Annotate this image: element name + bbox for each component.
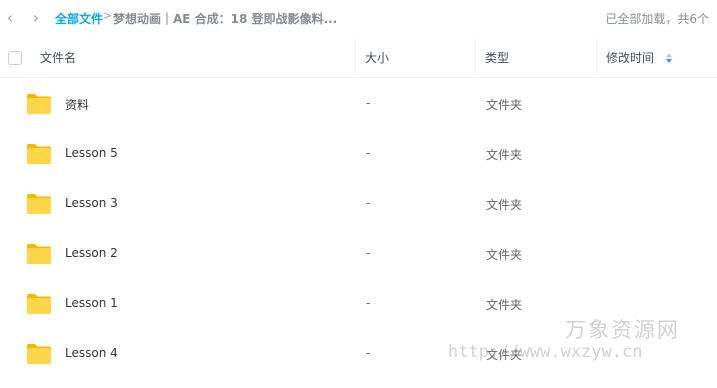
breadcrumb-root-link[interactable]: 全部文件 <box>55 10 103 27</box>
watermark-name: 万象资源网 <box>565 318 680 342</box>
file-list-header: 文件名 大小 类型 修改时间 <box>0 38 717 78</box>
file-size: - <box>366 96 371 110</box>
file-type: 文件夹 <box>486 248 523 262</box>
file-name[interactable]: Lesson 3 <box>65 196 118 210</box>
file-row[interactable]: Lesson 5 - 文件夹 <box>0 129 717 179</box>
folder-icon <box>27 294 51 314</box>
column-header-type[interactable]: 类型 <box>485 38 509 78</box>
column-divider[interactable] <box>475 38 476 78</box>
file-row[interactable]: Lesson 3 - 文件夹 <box>0 179 717 229</box>
column-header-modified[interactable]: 修改时间 <box>606 38 654 78</box>
file-type: 文件夹 <box>486 298 523 312</box>
file-size: - <box>366 346 371 360</box>
back-arrow-icon[interactable]: ‹ <box>1 9 19 27</box>
folder-icon <box>27 244 51 264</box>
column-divider[interactable] <box>596 38 597 78</box>
select-all-checkbox[interactable] <box>8 51 22 65</box>
file-name[interactable]: Lesson 2 <box>65 246 118 260</box>
file-name[interactable]: Lesson 5 <box>65 146 118 160</box>
file-name[interactable]: Lesson 1 <box>65 296 118 310</box>
file-name[interactable]: 资料 <box>65 96 89 113</box>
file-row[interactable]: 资料 - 文件夹 <box>0 79 717 129</box>
file-size: - <box>366 196 371 210</box>
file-row[interactable]: Lesson 2 - 文件夹 <box>0 229 717 279</box>
sort-icon[interactable] <box>665 52 673 64</box>
watermark-url: http://www.wxzyw.cn <box>448 342 643 362</box>
folder-icon <box>27 94 51 114</box>
column-header-size[interactable]: 大小 <box>365 38 389 78</box>
folder-icon <box>27 194 51 214</box>
folder-icon <box>27 344 51 364</box>
breadcrumb-separator: > <box>103 9 113 22</box>
file-type: 文件夹 <box>486 98 523 112</box>
folder-icon <box>27 144 51 164</box>
load-status-text: 已全部加载，共6个 <box>605 12 709 26</box>
file-type: 文件夹 <box>486 198 523 212</box>
file-name[interactable]: Lesson 4 <box>65 346 118 360</box>
column-divider[interactable] <box>355 38 356 78</box>
breadcrumb-current-folder[interactable]: 梦想动画｜AE 合成：18 登即战影像料... <box>113 10 343 27</box>
forward-arrow-icon[interactable]: › <box>27 9 45 27</box>
file-type: 文件夹 <box>486 148 523 162</box>
file-size: - <box>366 296 371 310</box>
file-size: - <box>366 146 371 160</box>
column-header-name[interactable]: 文件名 <box>40 38 76 78</box>
breadcrumb-bar: ‹ › 全部文件 > 梦想动画｜AE 合成：18 登即战影像料... 已全部加载… <box>0 0 717 36</box>
file-size: - <box>366 246 371 260</box>
